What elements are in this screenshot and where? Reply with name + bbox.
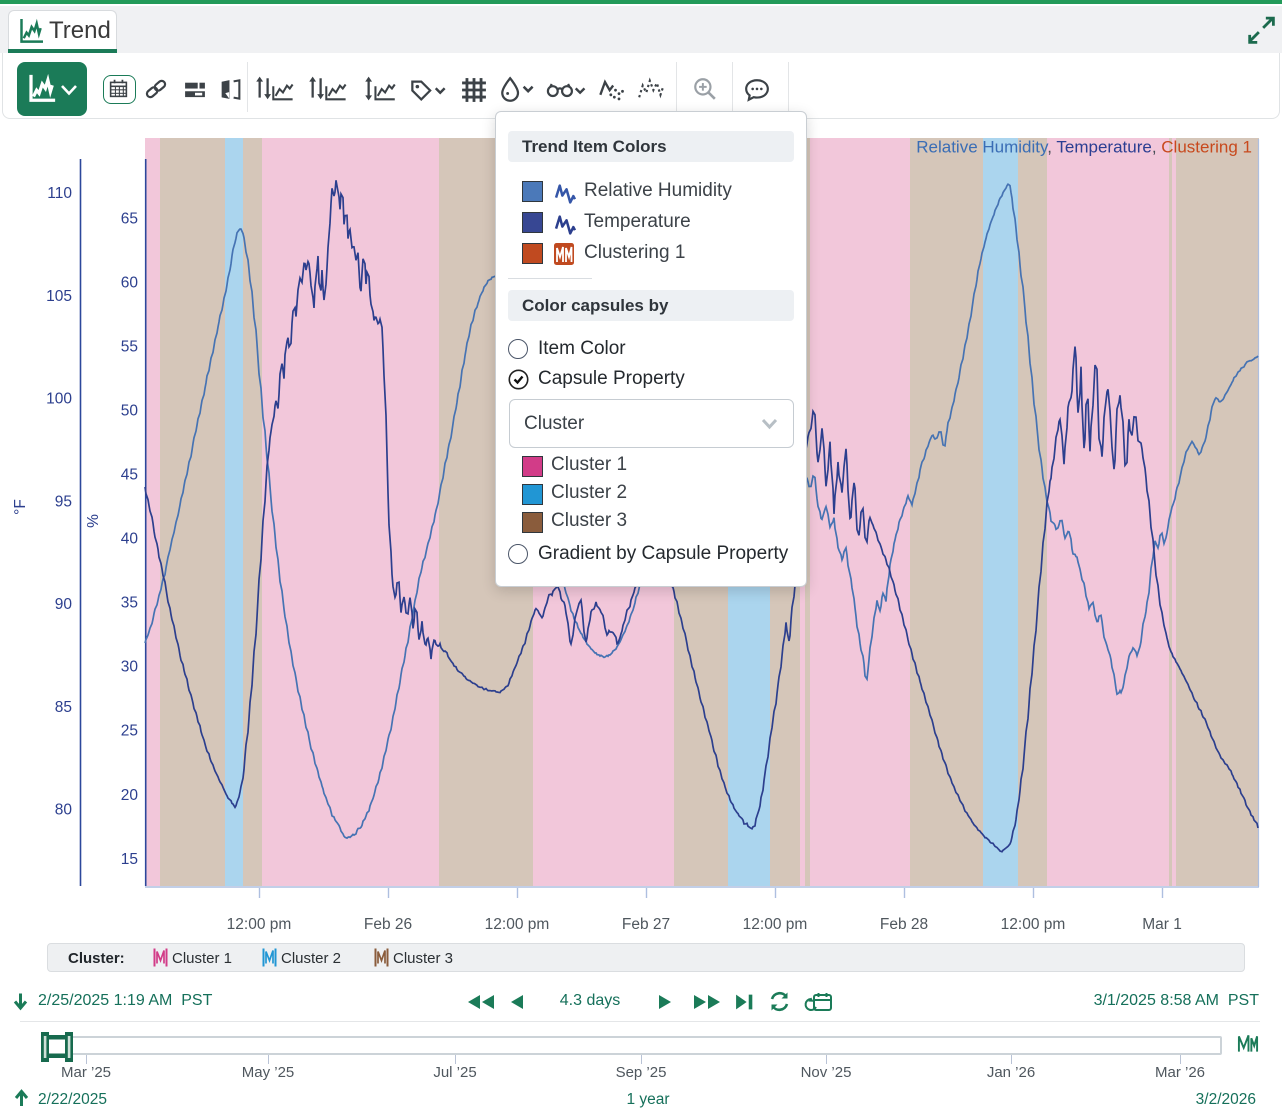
svg-text:25: 25 (121, 723, 138, 740)
svg-text:45: 45 (121, 467, 138, 484)
svg-text:60: 60 (121, 275, 139, 292)
svg-text:80: 80 (55, 802, 73, 819)
svg-text:110: 110 (47, 185, 72, 202)
svg-text:50: 50 (121, 403, 139, 420)
svg-text:Feb 26: Feb 26 (364, 916, 412, 933)
svg-text:30: 30 (121, 659, 139, 676)
svg-text:15: 15 (121, 851, 138, 868)
svg-text:12:00 pm: 12:00 pm (743, 916, 808, 933)
svg-text:100: 100 (46, 391, 72, 408)
svg-text:35: 35 (121, 595, 138, 612)
svg-text:12:00 pm: 12:00 pm (485, 916, 550, 933)
svg-text:90: 90 (55, 596, 73, 613)
svg-text:°F: °F (12, 499, 29, 515)
svg-text:105: 105 (46, 288, 72, 305)
svg-text:Feb 27: Feb 27 (622, 916, 670, 933)
svg-text:20: 20 (121, 787, 139, 804)
svg-text:95: 95 (55, 493, 72, 510)
svg-text:65: 65 (121, 211, 138, 228)
svg-text:%: % (85, 514, 102, 528)
svg-text:12:00 pm: 12:00 pm (1001, 916, 1066, 933)
svg-text:Feb 28: Feb 28 (880, 916, 928, 933)
svg-text:55: 55 (121, 339, 138, 356)
svg-text:85: 85 (55, 699, 72, 716)
svg-text:Mar 1: Mar 1 (1142, 916, 1182, 933)
svg-text:Relative Humidity, Temperature: Relative Humidity, Temperature, Clusteri… (916, 138, 1252, 157)
svg-text:12:00 pm: 12:00 pm (227, 916, 292, 933)
svg-text:40: 40 (121, 531, 139, 548)
